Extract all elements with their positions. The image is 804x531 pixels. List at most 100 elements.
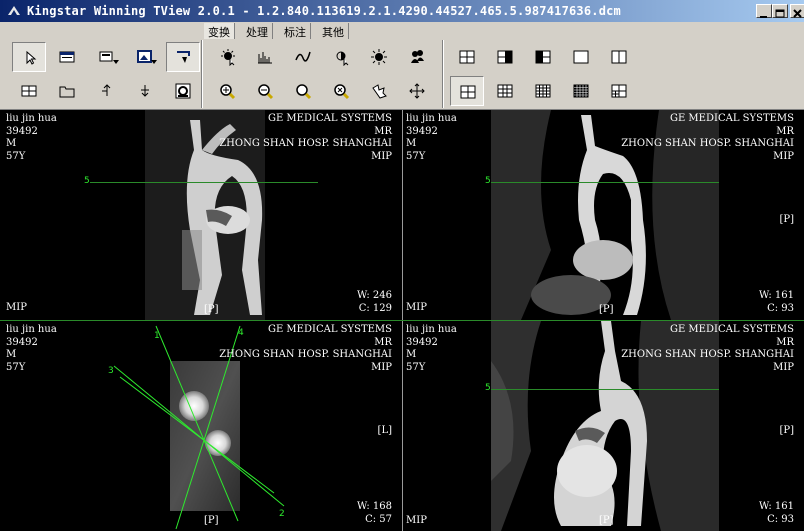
layout-menu-button[interactable] (90, 42, 124, 72)
pane-divider-horizontal (0, 320, 804, 321)
layout-2x2-icon (460, 85, 476, 99)
flip-down-button[interactable] (128, 76, 162, 106)
tab-other[interactable]: 其他 (318, 23, 349, 39)
title-bar: Kingstar Winning TView 2.0.1 - 1.2.840.1… (0, 0, 804, 22)
reference-line-label: 5 (485, 176, 491, 186)
brightness-button[interactable] (362, 42, 396, 72)
window-tool-button[interactable] (50, 42, 84, 72)
patient-name: liu jin hua (406, 324, 457, 335)
arrow-up-left-icon (102, 84, 111, 96)
patient-sex: M (406, 138, 417, 149)
layout-right-dark-button[interactable] (526, 42, 560, 72)
window-info: W: 168 C: 57 (357, 501, 392, 526)
window-width: W: 246 (356, 290, 392, 301)
sun-icon (371, 49, 387, 65)
layout-single-icon (573, 50, 589, 64)
curve-button[interactable] (286, 42, 320, 72)
flip-up-button[interactable] (90, 76, 124, 106)
layout-5x5-button[interactable] (564, 76, 598, 106)
viewport-top-right[interactable]: 5 liu jin hua 39492 M 57Y GE MEDICAL SYS… (403, 110, 804, 320)
select-region-button[interactable] (166, 42, 200, 72)
window-icon (59, 51, 75, 63)
brightness-cursor-button[interactable] (210, 42, 244, 72)
layout-2col-button[interactable] (450, 42, 484, 72)
layout-right-dark-icon (535, 50, 551, 64)
zoom-out-button[interactable] (248, 76, 282, 106)
people-button[interactable] (400, 42, 434, 72)
tab-annotate[interactable]: 标注 (280, 23, 311, 39)
zoom-in-button[interactable] (210, 76, 244, 106)
institution-info: GE MEDICAL SYSTEMS MR ZHONG SHAN HOSP. S… (621, 324, 794, 374)
rotate-icon (334, 84, 350, 100)
mip-label: MIP (406, 302, 427, 313)
line-label-3: 3 (108, 366, 114, 376)
institution-info: GE MEDICAL SYSTEMS MR ZHONG SHAN HOSP. S… (219, 113, 392, 163)
minimize-button[interactable] (756, 4, 772, 18)
arrow-down-icon (141, 85, 149, 97)
select-region-icon (177, 51, 190, 63)
series-type: MIP (773, 361, 794, 373)
layout-4x4-button[interactable] (526, 76, 560, 106)
window-center: C: 93 (767, 302, 794, 314)
viewport-top-left[interactable]: 5 liu jin hua 39492 M 57Y GE MEDICAL SYS… (0, 110, 402, 320)
reference-line-label: 5 (485, 383, 491, 393)
contrast-button[interactable] (324, 42, 358, 72)
tab-process[interactable]: 处理 (242, 23, 273, 39)
orientation-bottom: [P] (204, 304, 219, 315)
grid-tool-button[interactable] (12, 76, 46, 106)
histogram-button[interactable] (248, 42, 282, 72)
pointer-icon (26, 50, 37, 65)
window-center: C: 57 (365, 513, 392, 525)
modality: MR (374, 125, 392, 137)
line-label-2: 2 (279, 509, 285, 519)
window-info: W: 161 C: 93 (759, 290, 794, 315)
viewport-bottom-right[interactable]: 5 liu jin hua 39492 M 57Y GE MEDICAL SYS… (403, 321, 804, 531)
layout-mixed-button[interactable] (602, 76, 636, 106)
patient-info: liu jin hua 39492 M 57Y (6, 113, 57, 163)
toolbar-separator (442, 40, 444, 108)
window-center: C: 129 (358, 302, 392, 314)
institution-vendor: GE MEDICAL SYSTEMS (669, 324, 794, 335)
institution-vendor: GE MEDICAL SYSTEMS (669, 113, 794, 124)
magnifier-button[interactable] (286, 76, 320, 106)
pan-button[interactable] (362, 76, 396, 106)
tab-transform[interactable]: 变换 (204, 23, 235, 39)
patient-sex: M (6, 349, 17, 360)
mip-label: MIP (6, 302, 27, 313)
layout-3x3-button[interactable] (488, 76, 522, 106)
layout-2x2-button[interactable] (450, 76, 484, 106)
institution-hospital: ZHONG SHAN HOSP. SHANGHAI (219, 349, 392, 360)
window-info: W: 246 C: 129 (357, 290, 392, 315)
pointer-tool-button[interactable] (12, 42, 46, 72)
layout-split-button[interactable] (602, 42, 636, 72)
layout-single-button[interactable] (564, 42, 598, 72)
patient-age: 57Y (6, 150, 26, 162)
line-label-1: 1 (154, 331, 160, 341)
layout-left-dark-button[interactable] (488, 42, 522, 72)
film-tool-button[interactable] (166, 76, 200, 106)
reference-line-label: 5 (84, 176, 90, 186)
people-icon (411, 50, 424, 63)
zoom-in-icon (220, 84, 236, 100)
image-menu-button[interactable] (128, 42, 162, 72)
close-button[interactable] (790, 4, 804, 18)
move-button[interactable] (400, 76, 434, 106)
patient-age: 57Y (406, 361, 426, 373)
viewport-bottom-left[interactable]: 1 2 3 4 liu jin hua 39492 M 57Y GE MEDIC… (0, 321, 402, 531)
series-type: MIP (371, 150, 392, 162)
patient-info: liu jin hua 39492 M 57Y (406, 113, 457, 163)
layout-2col-icon (459, 50, 475, 64)
orientation-bottom: [P] (599, 304, 614, 315)
film-icon (175, 83, 191, 99)
maximize-button[interactable] (772, 4, 788, 18)
window-width: W: 161 (758, 290, 794, 301)
patient-name: liu jin hua (6, 324, 57, 335)
mip-label: MIP (406, 515, 427, 526)
layout-3x3-icon (497, 84, 513, 98)
open-folder-button[interactable] (50, 76, 84, 106)
orientation-right: [L] (377, 425, 392, 436)
institution-hospital: ZHONG SHAN HOSP. SHANGHAI (621, 138, 794, 149)
layout-left-dark-icon (497, 50, 513, 64)
rotate-button[interactable] (324, 76, 358, 106)
pan-hand-icon (372, 84, 387, 99)
